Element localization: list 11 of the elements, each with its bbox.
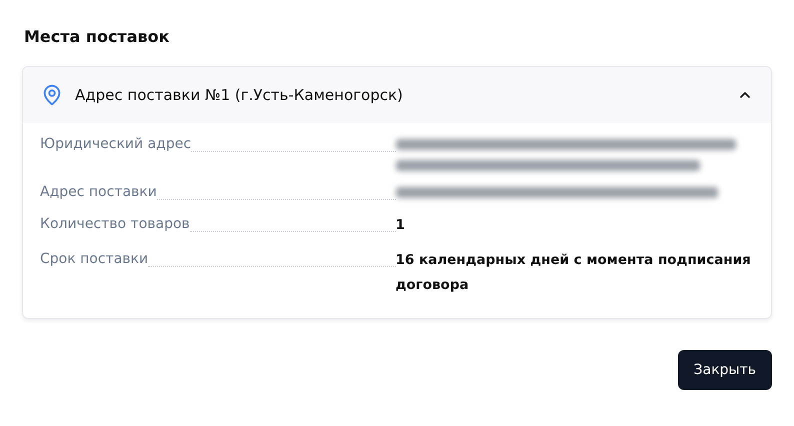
close-button[interactable]: Закрыть xyxy=(678,350,772,390)
location-pin-icon xyxy=(41,84,63,106)
field-label: Срок поставки xyxy=(40,250,148,269)
field-value: 16 календарных дней с момента подписания договора xyxy=(396,251,752,295)
field-label: Количество товаров xyxy=(40,215,190,234)
field-label: Юридический адрес xyxy=(40,135,192,154)
accordion-header[interactable]: Адрес поставки №1 (г.Усть-Каменогорск) xyxy=(23,67,771,123)
field-label: Адрес поставки xyxy=(40,183,157,202)
section-title: Места поставок xyxy=(24,26,170,48)
field-value: 1 xyxy=(396,216,406,235)
accordion-title: Адрес поставки №1 (г.Усть-Каменогорск) xyxy=(75,86,404,104)
